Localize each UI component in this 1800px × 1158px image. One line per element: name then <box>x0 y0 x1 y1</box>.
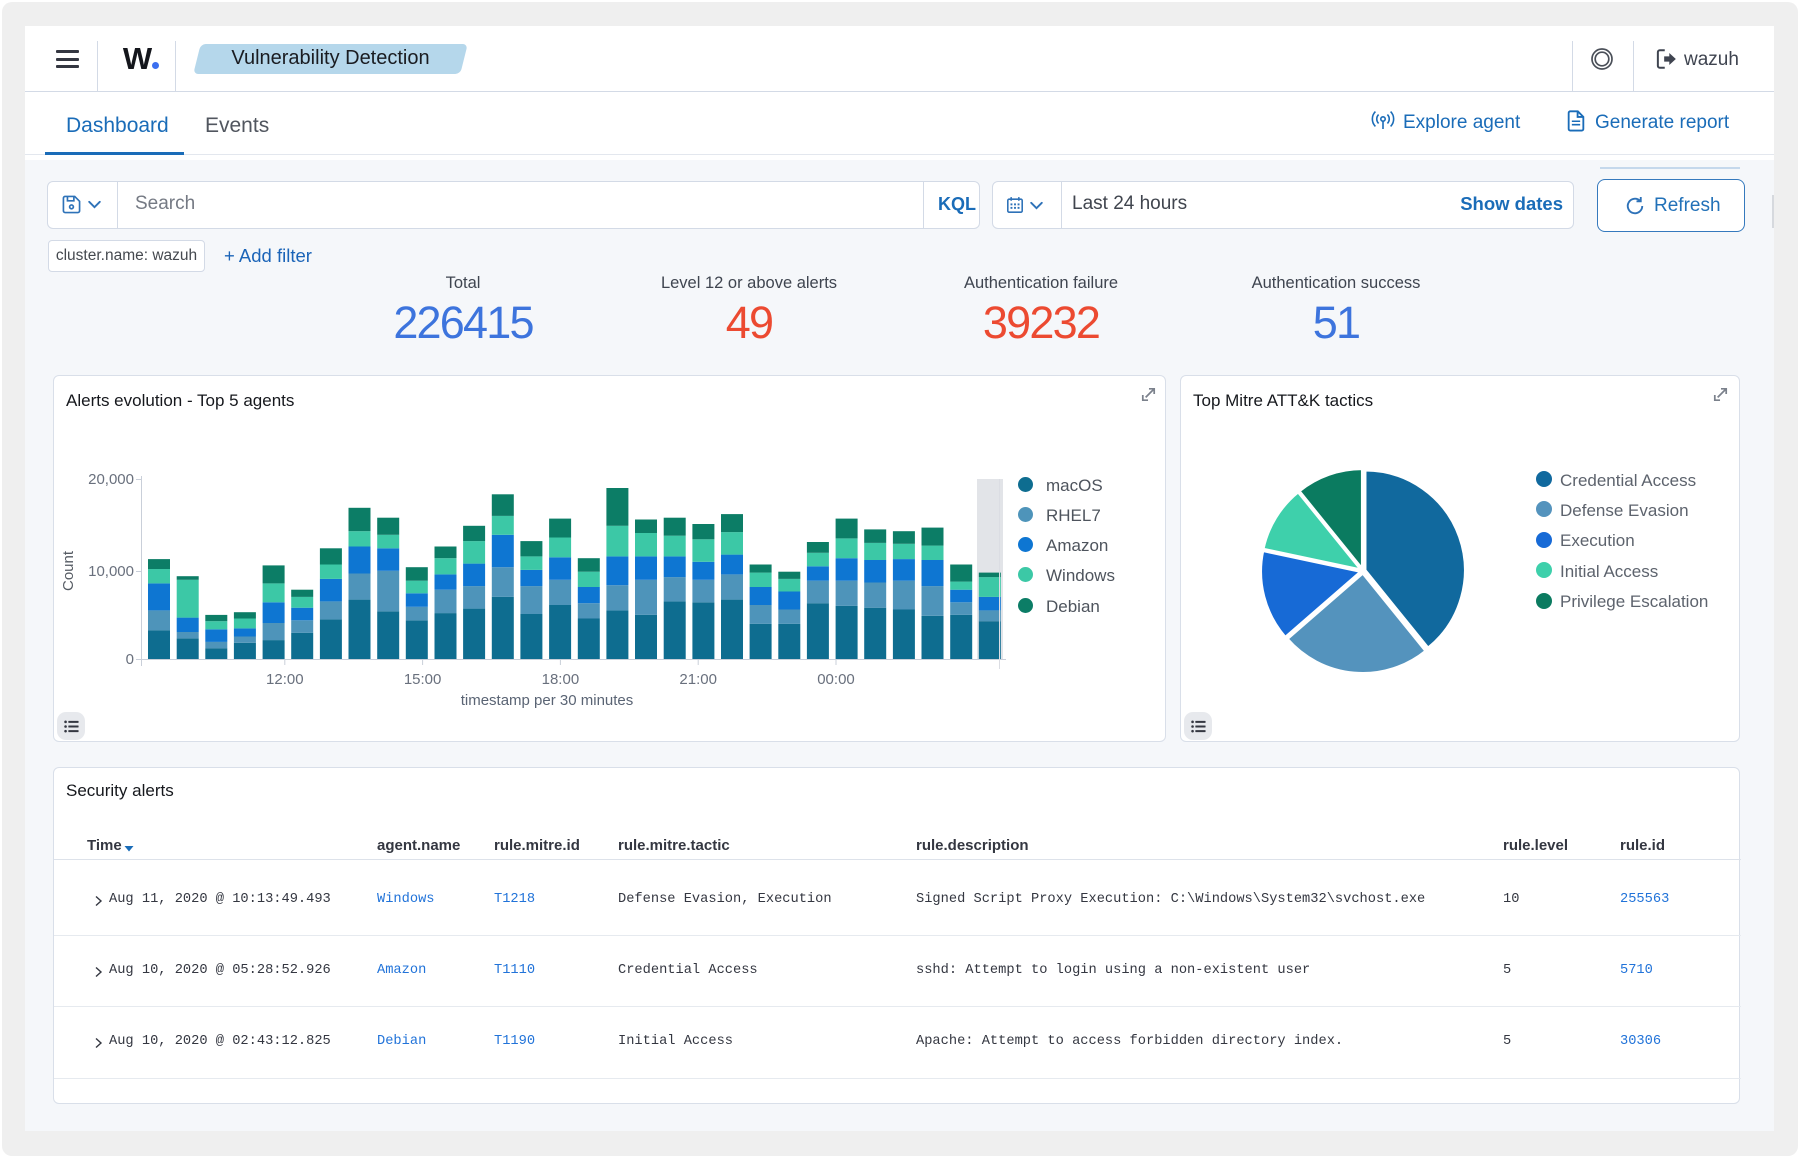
svg-text:12:00: 12:00 <box>266 671 304 688</box>
svg-text:timestamp per 30 minutes: timestamp per 30 minutes <box>461 692 634 709</box>
svg-text:00:00: 00:00 <box>817 671 855 688</box>
svg-text:15:00: 15:00 <box>404 671 442 688</box>
svg-text:10,000: 10,000 <box>88 563 134 580</box>
svg-text:18:00: 18:00 <box>542 671 580 688</box>
svg-text:21:00: 21:00 <box>679 671 717 688</box>
svg-text:20,000: 20,000 <box>88 471 134 488</box>
svg-text:0: 0 <box>126 651 134 668</box>
svg-text:Count: Count <box>60 550 77 591</box>
